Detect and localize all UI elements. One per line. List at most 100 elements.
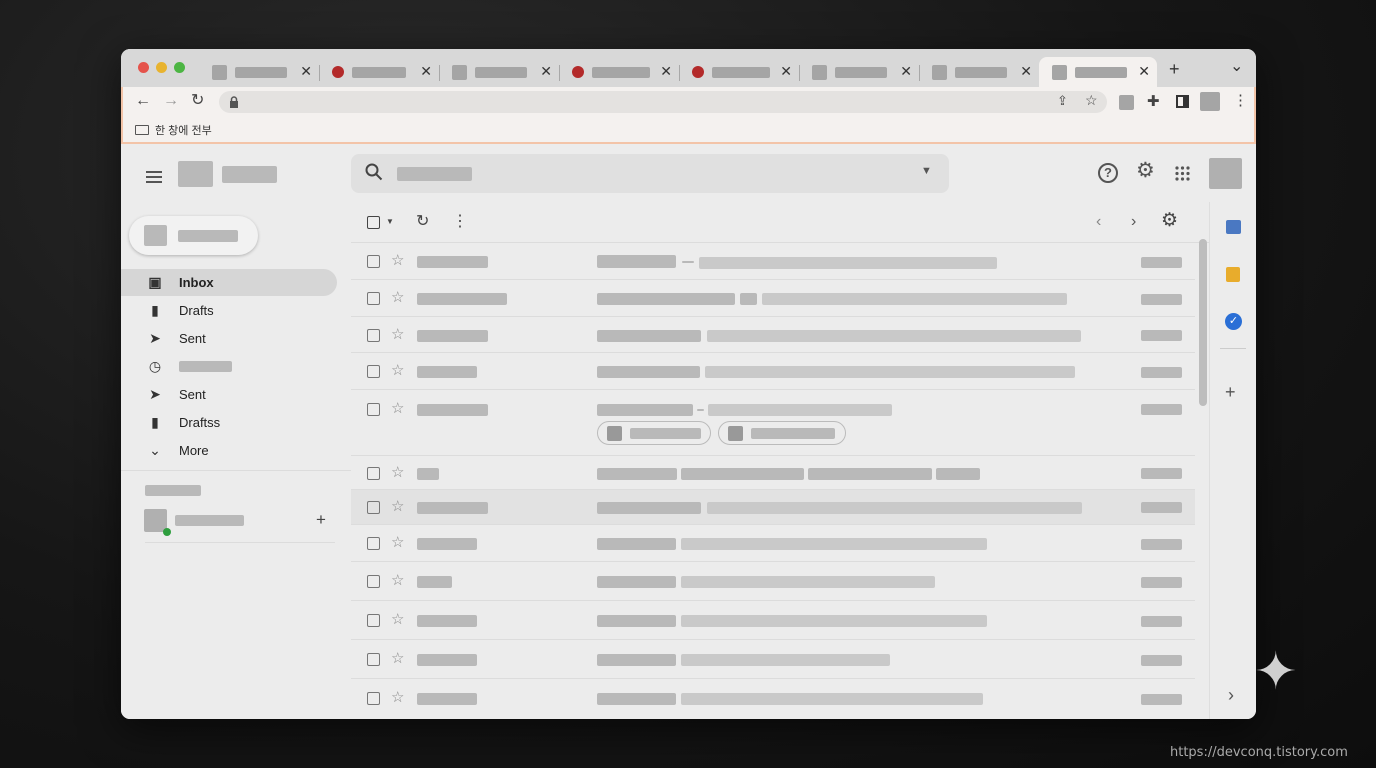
browser-tab[interactable]: ✕: [799, 57, 920, 87]
email-row[interactable]: ☆: [351, 456, 1195, 490]
row-checkbox[interactable]: [367, 329, 380, 342]
account-avatar[interactable]: [1209, 158, 1242, 189]
main-menu-icon[interactable]: [146, 168, 162, 186]
puzzle-extensions-icon[interactable]: ✚: [1147, 92, 1160, 110]
row-checkbox[interactable]: [367, 614, 380, 627]
email-row[interactable]: ☆: [351, 601, 1195, 640]
search-input[interactable]: [397, 167, 472, 181]
get-addons-plus-icon[interactable]: +: [1225, 383, 1236, 401]
email-row[interactable]: ☆: [351, 562, 1195, 601]
star-icon[interactable]: ☆: [391, 290, 404, 306]
row-checkbox[interactable]: [367, 365, 380, 378]
email-row[interactable]: ☆: [351, 640, 1195, 679]
row-checkbox[interactable]: [367, 255, 380, 268]
share-icon[interactable]: ⇪: [1057, 93, 1068, 109]
row-checkbox[interactable]: [367, 292, 380, 305]
star-icon[interactable]: ☆: [391, 499, 404, 515]
settings-gear-icon[interactable]: ⚙: [1136, 160, 1155, 181]
email-row[interactable]: ☆: [351, 525, 1195, 562]
tab-close-icon[interactable]: ✕: [660, 63, 672, 79]
sidebar-item-snoozed[interactable]: ◷: [121, 353, 337, 380]
star-icon[interactable]: ☆: [391, 573, 404, 589]
email-row[interactable]: ☆: [351, 679, 1195, 719]
row-checkbox[interactable]: [367, 501, 380, 514]
gmail-logo[interactable]: [178, 161, 213, 187]
row-checkbox[interactable]: [367, 653, 380, 666]
tab-close-icon[interactable]: ✕: [1138, 63, 1150, 79]
refresh-icon[interactable]: ↻: [416, 213, 429, 231]
email-row[interactable]: ☆: [351, 317, 1195, 353]
email-row[interactable]: ☆: [351, 243, 1195, 280]
reload-icon[interactable]: ↻: [191, 92, 204, 110]
star-icon[interactable]: ☆: [391, 651, 404, 667]
sidebar-item-draftss[interactable]: ▮ Draftss: [121, 409, 337, 436]
attachment-chip[interactable]: [597, 421, 711, 445]
compose-button[interactable]: [129, 216, 258, 255]
row-checkbox[interactable]: [367, 692, 380, 705]
newer-page-chevron-right-icon[interactable]: ›: [1131, 213, 1136, 231]
side-panel-icon[interactable]: [1176, 95, 1189, 108]
profile-avatar[interactable]: [1200, 92, 1220, 111]
address-bar[interactable]: ⇪ ☆: [219, 91, 1107, 113]
browser-tab[interactable]: ✕: [199, 57, 320, 87]
minimize-window-button[interactable]: [156, 62, 167, 73]
close-window-button[interactable]: [138, 62, 149, 73]
bookmark-star-icon[interactable]: ☆: [1085, 92, 1098, 109]
calendar-icon[interactable]: [1226, 220, 1241, 234]
row-checkbox[interactable]: [367, 537, 380, 550]
extension-icon[interactable]: [1119, 95, 1134, 110]
row-checkbox[interactable]: [367, 403, 380, 416]
search-bar[interactable]: ▼: [351, 154, 949, 193]
search-icon[interactable]: [365, 163, 383, 186]
list-settings-gear-icon[interactable]: ⚙: [1161, 211, 1178, 231]
older-page-chevron-left-icon[interactable]: ‹: [1096, 213, 1101, 231]
star-icon[interactable]: ☆: [391, 327, 404, 343]
row-checkbox[interactable]: [367, 575, 380, 588]
select-all-checkbox[interactable]: [367, 216, 380, 229]
add-label-button[interactable]: +: [316, 511, 326, 529]
tab-close-icon[interactable]: ✕: [540, 63, 552, 79]
sidebar-item-drafts[interactable]: ▮ Drafts: [121, 297, 337, 324]
row-checkbox[interactable]: [367, 467, 380, 480]
sidebar-item-more[interactable]: ⌄ More: [121, 437, 337, 464]
tab-search-button[interactable]: ⌄: [1230, 58, 1243, 76]
forward-arrow-icon[interactable]: →: [163, 92, 179, 110]
sidebar-item-sent[interactable]: ➤ Sent: [121, 325, 337, 352]
more-vert-icon[interactable]: ⋮: [1233, 91, 1248, 109]
sidebar-item-sent-2[interactable]: ➤ Sent: [121, 381, 337, 408]
star-icon[interactable]: ☆: [391, 253, 404, 269]
email-row-with-attachments[interactable]: ☆: [351, 390, 1195, 456]
sidebar-item-inbox[interactable]: ▣ Inbox: [121, 269, 337, 296]
email-row-hovered[interactable]: ☆: [351, 490, 1195, 525]
tab-close-icon[interactable]: ✕: [900, 63, 912, 79]
apps-grid-icon[interactable]: [1175, 166, 1190, 186]
keep-icon[interactable]: [1226, 267, 1240, 282]
list-scrollbar-thumb[interactable]: [1199, 239, 1207, 406]
star-icon[interactable]: ☆: [391, 535, 404, 551]
new-tab-button[interactable]: +: [1169, 60, 1180, 78]
maximize-window-button[interactable]: [174, 62, 185, 73]
star-icon[interactable]: ☆: [391, 690, 404, 706]
tab-close-icon[interactable]: ✕: [420, 63, 432, 79]
star-icon[interactable]: ☆: [391, 401, 404, 417]
attachment-chip[interactable]: [718, 421, 846, 445]
browser-tab[interactable]: ✕: [919, 57, 1039, 87]
tab-close-icon[interactable]: ✕: [780, 63, 792, 79]
browser-tab[interactable]: ✕: [559, 57, 680, 87]
tab-close-icon[interactable]: ✕: [300, 63, 312, 79]
more-vert-icon[interactable]: ⋮: [452, 213, 468, 231]
search-options-icon[interactable]: ▼: [921, 165, 932, 177]
email-row[interactable]: ☆: [351, 280, 1195, 317]
star-icon[interactable]: ☆: [391, 612, 404, 628]
browser-tab-active[interactable]: ✕: [1039, 57, 1157, 87]
back-arrow-icon[interactable]: ←: [135, 92, 151, 110]
tasks-icon[interactable]: ✓: [1225, 313, 1242, 330]
browser-tab[interactable]: ✕: [679, 57, 800, 87]
browser-tab[interactable]: ✕: [319, 57, 440, 87]
browser-tab[interactable]: ✕: [439, 57, 560, 87]
star-icon[interactable]: ☆: [391, 465, 404, 481]
star-icon[interactable]: ☆: [391, 363, 404, 379]
email-row[interactable]: ☆: [351, 353, 1195, 390]
help-icon[interactable]: ?: [1098, 163, 1118, 183]
show-side-panel-chevron-icon[interactable]: ›: [1228, 686, 1234, 704]
